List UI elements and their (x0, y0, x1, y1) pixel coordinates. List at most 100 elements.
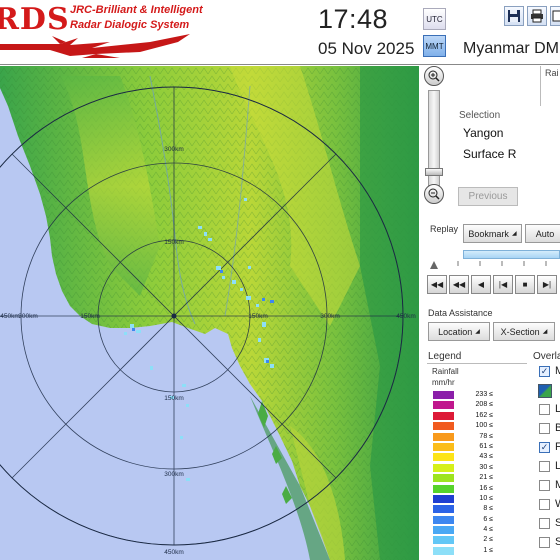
overlay-checkbox[interactable] (539, 404, 550, 415)
overlay-map-swatch-icon[interactable] (538, 384, 552, 398)
overlay-item-label: F (555, 441, 560, 453)
location-label: Location (438, 326, 473, 337)
overlay-item[interactable]: ✓ F (537, 439, 560, 458)
legend-color-swatch (433, 546, 454, 555)
step-forward-icon: ▶| (542, 280, 552, 289)
export-button[interactable] (550, 6, 560, 26)
zoom-in-button[interactable] (424, 66, 444, 86)
legend-row: 6 ≤ (433, 515, 493, 525)
save-button[interactable] (504, 6, 524, 26)
print-button[interactable] (527, 6, 547, 26)
overlay-checkbox[interactable] (539, 480, 550, 491)
overlay-item[interactable]: B (537, 420, 560, 439)
legend-color-swatch (433, 422, 454, 431)
replay-timeline-ticks (430, 261, 547, 269)
selected-product[interactable]: Surface R (463, 147, 516, 161)
legend-row: 78 ≤ (433, 432, 493, 442)
selected-station[interactable]: Yangon (463, 126, 503, 140)
overlay-checkbox-checked[interactable]: ✓ (539, 442, 550, 453)
overlay-item[interactable]: S (537, 534, 560, 553)
location-button[interactable]: Location ◢ (428, 322, 490, 341)
overlay-item[interactable] (537, 382, 560, 401)
selection-heading: Selection (459, 110, 501, 121)
overlay-item[interactable]: ✓ M (537, 363, 560, 382)
fast-backward-icon: ◀◀ (430, 280, 444, 289)
stop-button[interactable]: ■ (515, 275, 535, 294)
print-icon (531, 9, 543, 23)
overlay-checkbox[interactable] (539, 537, 550, 548)
step-forward-button[interactable]: ▶| (537, 275, 557, 294)
legend-value-label: 8 ≤ (483, 505, 493, 513)
overlay-item-label: L (555, 403, 560, 415)
bookmark-dropdown-icon: ◢ (511, 231, 517, 237)
overlay-item[interactable]: M (537, 477, 560, 496)
overlay-item[interactable]: L (537, 401, 560, 420)
legend-value-label: 61 ≤ (479, 442, 493, 450)
legend-color-swatch (433, 536, 454, 545)
step-back-button[interactable]: |◀ (493, 275, 513, 294)
overlay-checkbox[interactable] (539, 499, 550, 510)
location-dropdown-icon: ◢ (475, 329, 480, 335)
legend-value-label: 21 ≤ (479, 474, 493, 482)
legend-color-swatch (433, 453, 454, 462)
export-icon (552, 10, 560, 22)
legend-color-swatch (433, 411, 454, 420)
overlay-item-label: M (555, 479, 560, 491)
auto-button[interactable]: Auto (525, 224, 560, 243)
overlay-item[interactable]: S (537, 515, 560, 534)
play-back-icon: ◀ (477, 280, 485, 289)
overlay-list: ✓MLB✓FLMWSS (537, 363, 560, 553)
range-label-w300: 300km (18, 313, 38, 320)
legend-color-swatch (433, 432, 454, 441)
utc-toggle-button[interactable]: UTC (423, 8, 446, 30)
overlay-checkbox[interactable] (539, 423, 550, 434)
legend-row: 16 ≤ (433, 484, 493, 494)
xsection-button[interactable]: X-Section ◢ (493, 322, 555, 341)
range-label-e150: 150km (248, 313, 268, 320)
legend-value-label: 30 ≤ (479, 463, 493, 471)
rewind-button[interactable]: ◀◀ (449, 275, 469, 294)
stop-icon: ■ (522, 280, 528, 289)
data-assistance-heading: Data Assistance (428, 308, 493, 318)
overlay-checkbox[interactable] (539, 461, 550, 472)
legend-row: 1 ≤ (433, 546, 493, 556)
rain-column-label: Rai (545, 68, 559, 78)
first-frame-button[interactable]: ◀◀ (427, 275, 447, 294)
legend-value-label: 208 ≤ (475, 401, 493, 409)
zoom-in-icon (428, 70, 440, 82)
legend-color-swatch (433, 494, 454, 503)
previous-button[interactable]: Previous (458, 187, 518, 206)
legend-row: 10 ≤ (433, 494, 493, 504)
overlay-item[interactable]: W (537, 496, 560, 515)
legend-value-label: 43 ≤ (479, 453, 493, 461)
radar-map-canvas: 300km 150km 150km 300km 450km 450km 300k… (0, 66, 419, 560)
range-label-w450: 450km (0, 313, 20, 320)
legend-value-label: 162 ≤ (475, 411, 493, 419)
play-back-button[interactable]: ◀ (471, 275, 491, 294)
overlay-item-label: B (555, 422, 560, 434)
overlay-checkbox-checked[interactable]: ✓ (539, 366, 550, 377)
zoom-slider-thumb[interactable] (425, 168, 443, 176)
legend-row: 4 ≤ (433, 525, 493, 535)
overlay-checkbox[interactable] (539, 518, 550, 529)
bookmark-button[interactable]: Bookmark ◢ (463, 224, 522, 243)
radar-map[interactable]: 300km 150km 150km 300km 450km 450km 300k… (0, 66, 419, 560)
overlay-item[interactable]: L (537, 458, 560, 477)
clock-date: 05 Nov 2025 (318, 39, 415, 58)
legend-color-swatch (433, 401, 454, 410)
mmt-toggle-button[interactable]: MMT (423, 35, 446, 57)
legend-value-label: 10 ≤ (479, 494, 493, 502)
range-label-e300: 300km (320, 313, 340, 320)
zoom-out-button[interactable] (424, 184, 444, 204)
overlay-item-label: L (555, 460, 560, 472)
range-label-n150: 150km (164, 239, 184, 246)
legend-color-swatch (433, 391, 454, 399)
replay-position-icon (430, 261, 438, 269)
header-bar: RDS JRC-Brilliant & Intelligent Radar Di… (0, 0, 560, 65)
rainfall-legend: 233 ≤ 208 ≤ 162 ≤ 100 ≤ 78 ≤ 61 ≤ 43 ≤ 30 ≤ 21 ≤… (433, 390, 493, 556)
panel-divider (540, 66, 541, 106)
xsection-dropdown-icon: ◢ (542, 329, 548, 335)
app-logo: RDS JRC-Brilliant & Intelligent Radar Di… (0, 0, 210, 65)
legend-row: 30 ≤ (433, 463, 493, 473)
step-back-icon: |◀ (498, 280, 508, 289)
